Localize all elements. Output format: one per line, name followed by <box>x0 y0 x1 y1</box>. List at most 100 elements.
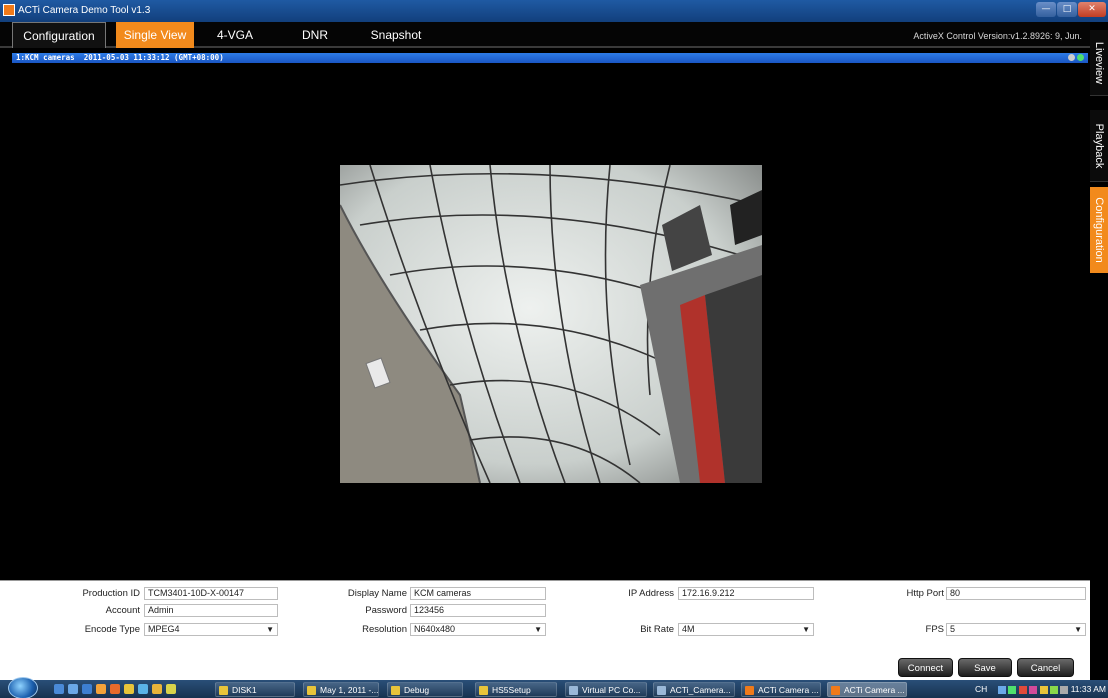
password-label: Password <box>365 605 407 616</box>
taskbar-item-label: ACTi_Camera... <box>670 685 731 695</box>
minimize-button[interactable]: — <box>1036 2 1056 17</box>
folder-icon <box>307 686 316 695</box>
camera-header-bar: 1:KCM cameras 2011-05-03 11:33:12 (GMT+0… <box>12 53 1088 63</box>
acti-icon <box>831 686 840 695</box>
tab-dnr[interactable]: DNR <box>290 22 340 48</box>
bit-rate-value: 4M <box>682 624 695 634</box>
fps-label: FPS <box>925 624 944 635</box>
taskbar-item-label: HS5Setup <box>492 685 531 695</box>
start-button[interactable] <box>8 677 38 698</box>
folder-icon[interactable] <box>152 684 162 694</box>
camera-status <box>1068 54 1084 61</box>
folder-icon <box>479 686 488 695</box>
folder-icon <box>391 686 400 695</box>
bit-rate-select[interactable]: 4M ▼ <box>678 623 814 636</box>
windows-taskbar: DISK1 May 1, 2011 -... Debug HS5Setup Vi… <box>0 677 1108 698</box>
resolution-label: Resolution <box>362 624 407 635</box>
ie-icon[interactable] <box>82 684 92 694</box>
media-icon[interactable] <box>110 684 120 694</box>
side-tab-configuration[interactable]: Configuration <box>1090 187 1108 273</box>
http-port-field[interactable]: 80 <box>946 587 1086 600</box>
system-tray: CH 11:33 AM <box>975 680 1106 698</box>
network-icon[interactable] <box>998 685 1007 694</box>
switch-windows-icon[interactable] <box>68 684 78 694</box>
main-tab-bar: Configuration Single View 4-VGA DNR Snap… <box>0 22 1090 48</box>
status-gray-icon <box>1068 54 1075 61</box>
status-green-icon <box>1077 54 1084 61</box>
acti-icon <box>745 686 754 695</box>
encode-type-label: Encode Type <box>84 624 140 635</box>
fps-select[interactable]: 5 ▼ <box>946 623 1086 636</box>
window-title: ACTi Camera Demo Tool v1.3 <box>18 5 151 16</box>
antivirus-icon[interactable] <box>1018 685 1027 694</box>
side-tab-playback[interactable]: Playback <box>1090 110 1108 182</box>
firefox-icon[interactable] <box>96 684 106 694</box>
app-icon[interactable] <box>138 684 148 694</box>
taskbar-item[interactable]: DISK1 <box>215 682 295 697</box>
save-button[interactable]: Save <box>958 658 1012 677</box>
resolution-select[interactable]: N640x480 ▼ <box>410 623 546 636</box>
language-indicator[interactable]: CH <box>975 684 987 694</box>
volume-icon[interactable] <box>1060 685 1069 694</box>
tab-single-view[interactable]: Single View <box>116 22 194 48</box>
fisheye-ceiling-image <box>340 165 762 483</box>
camera-video-frame[interactable] <box>340 165 762 483</box>
tab-snapshot[interactable]: Snapshot <box>358 22 434 48</box>
window-controls: — □ ✕ <box>1036 2 1106 17</box>
encode-type-value: MPEG4 <box>148 624 180 634</box>
app-icon[interactable] <box>166 684 176 694</box>
title-bar: ACTi Camera Demo Tool v1.3 — □ ✕ <box>0 0 1108 22</box>
tab-4-vga[interactable]: 4-VGA <box>206 22 264 48</box>
app-icon[interactable] <box>124 684 134 694</box>
display-name-field[interactable]: KCM cameras <box>410 587 546 600</box>
taskbar-item[interactable]: Debug <box>387 682 463 697</box>
camera-header-text: 1:KCM cameras 2011-05-03 11:33:12 (GMT+0… <box>16 53 224 62</box>
taskbar-item-active[interactable]: ACTi Camera ... <box>827 682 907 697</box>
tray-app-icon[interactable] <box>1049 685 1058 694</box>
taskbar-item[interactable]: ACTi_Camera... <box>653 682 735 697</box>
tray-app-icon[interactable] <box>1008 685 1017 694</box>
side-tab-configuration-label: Configuration <box>1093 197 1105 263</box>
tray-app-icon[interactable] <box>1029 685 1038 694</box>
action-button-bar: Connect Save Cancel <box>0 656 1090 680</box>
taskbar-item-label: Debug <box>404 685 430 695</box>
cancel-button[interactable]: Cancel <box>1017 658 1074 677</box>
account-label: Account <box>105 605 140 616</box>
virtual-pc-icon <box>569 686 578 695</box>
camera-settings-form: Production ID TCM3401-10D-X-00147 Displa… <box>0 580 1090 656</box>
taskbar-item[interactable]: ACTi Camera ... <box>741 682 821 697</box>
bit-rate-label: Bit Rate <box>640 624 674 635</box>
account-field[interactable]: Admin <box>144 604 278 617</box>
chevron-down-icon: ▼ <box>266 625 274 634</box>
taskbar-item-label: May 1, 2011 -... <box>320 685 379 695</box>
taskbar-item-label: Virtual PC Co... <box>582 685 641 695</box>
folder-icon <box>219 686 228 695</box>
password-field[interactable]: 123456 <box>410 604 546 617</box>
tab-configuration[interactable]: Configuration <box>12 22 106 48</box>
taskbar-item[interactable]: HS5Setup <box>475 682 557 697</box>
tray-app-icon[interactable] <box>1039 685 1048 694</box>
side-tab-playback-label: Playback <box>1093 123 1105 168</box>
ip-address-field[interactable]: 172.16.9.212 <box>678 587 814 600</box>
clock[interactable]: 11:33 AM <box>1071 684 1106 694</box>
close-button[interactable]: ✕ <box>1078 2 1106 17</box>
chevron-down-icon: ▼ <box>534 625 542 634</box>
http-port-label: Http Port <box>906 588 945 599</box>
chevron-down-icon: ▼ <box>1074 625 1082 634</box>
taskbar-item[interactable]: Virtual PC Co... <box>565 682 647 697</box>
video-viewport[interactable] <box>12 63 1088 580</box>
side-tab-liveview[interactable]: Liveview <box>1090 30 1108 96</box>
encode-type-select[interactable]: MPEG4 ▼ <box>144 623 278 636</box>
taskbar-item[interactable]: May 1, 2011 -... <box>303 682 379 697</box>
activex-version-label: ActiveX Control Version:v1.2.8926: 9, Ju… <box>913 31 1082 41</box>
show-desktop-icon[interactable] <box>54 684 64 694</box>
production-id-label: Production ID <box>82 588 140 599</box>
connect-button[interactable]: Connect <box>898 658 953 677</box>
taskbar-item-label: ACTi Camera ... <box>758 685 819 695</box>
resolution-value: N640x480 <box>414 624 456 634</box>
taskbar-item-label: ACTi Camera ... <box>844 685 905 695</box>
taskbar-item-label: DISK1 <box>232 685 257 695</box>
production-id-field[interactable]: TCM3401-10D-X-00147 <box>144 587 278 600</box>
maximize-button[interactable]: □ <box>1057 2 1077 17</box>
side-tab-liveview-label: Liveview <box>1093 41 1105 84</box>
